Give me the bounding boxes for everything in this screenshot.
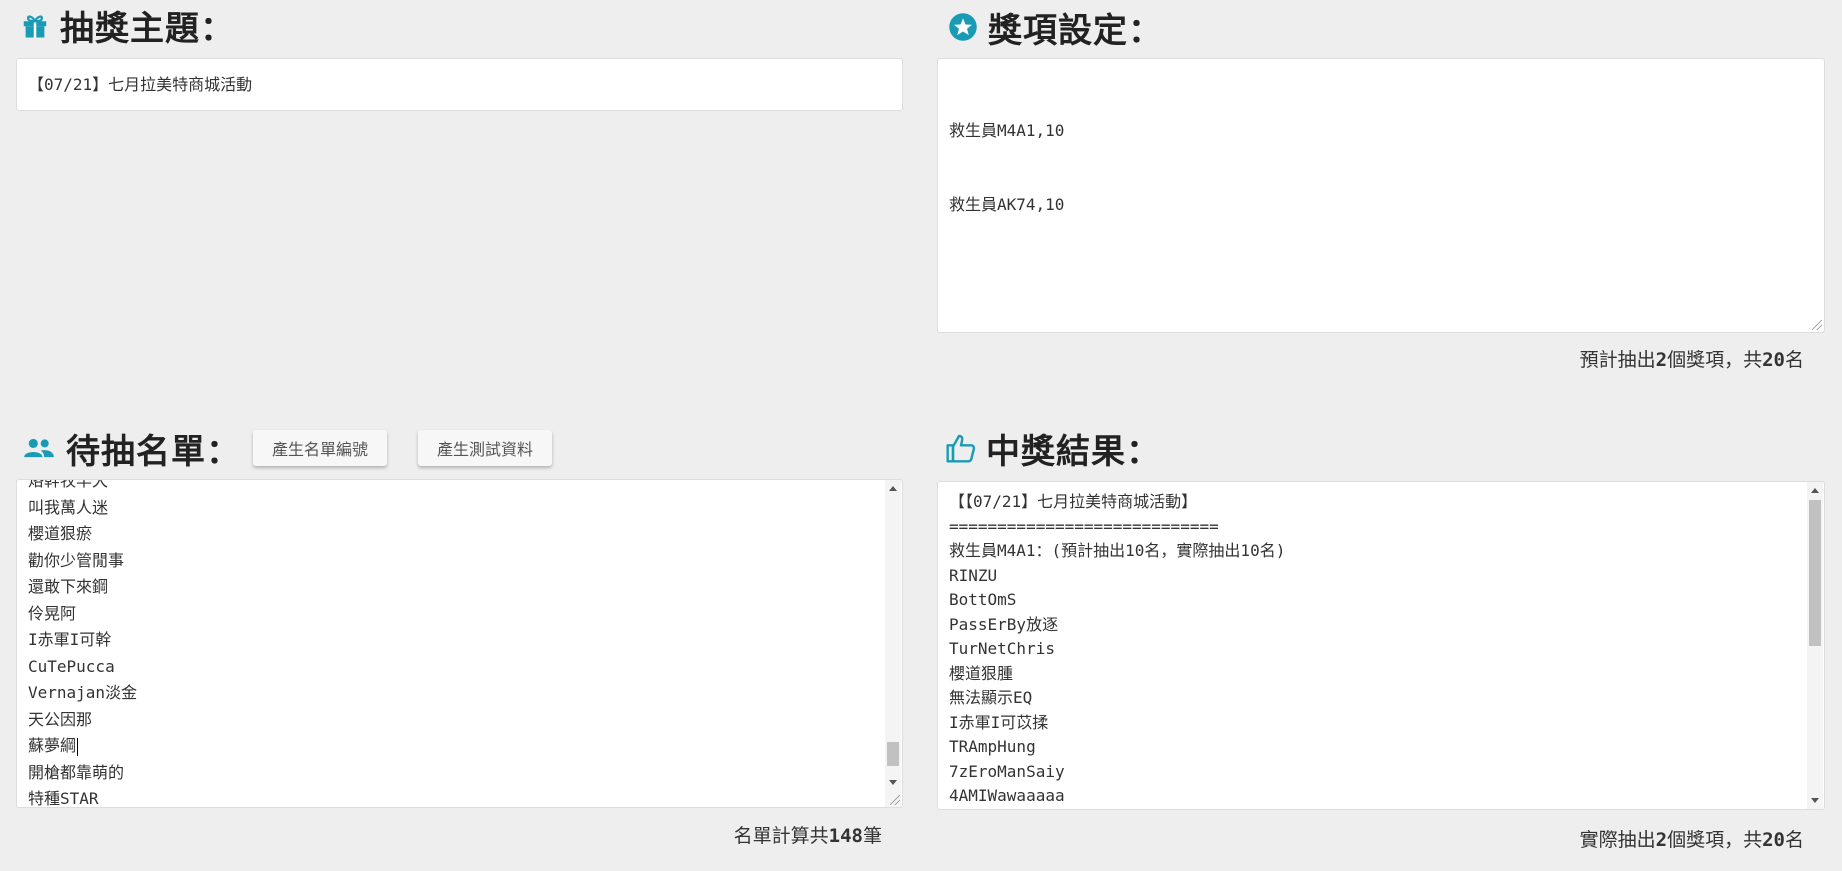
results-summary-suffix: 名 [1784, 829, 1804, 851]
result-winner-line: 櫻道狠腫 [949, 663, 1014, 683]
prizes-summary-total: 20 [1762, 349, 1785, 371]
scroll-down-arrow-icon[interactable] [889, 780, 897, 785]
prizes-title: 獎項設定： [988, 10, 1163, 51]
candidate-line: I赤軍I可幹 [28, 630, 112, 649]
candidate-line: 開槍都靠萌的 [28, 762, 125, 782]
result-winner-line: 無法顯示EQ [949, 688, 1033, 707]
candidates-textarea[interactable]: 烙幹牧羊犬 叫我萬人迷 櫻道狠瘀 勸你少管閒事 還敢下來鋼 伶晃阿 I赤軍I可幹… [16, 479, 903, 808]
results-summary-total: 20 [1762, 829, 1785, 851]
scroll-up-arrow-icon[interactable] [1811, 488, 1819, 493]
candidates-lines: 烙幹牧羊犬 叫我萬人迷 櫻道狠瘀 勸你少管閒事 還敢下來鋼 伶晃阿 I赤軍I可幹… [28, 480, 137, 807]
candidate-line: 特種STAR [28, 789, 99, 807]
scrollbar-thumb[interactable] [1809, 500, 1821, 646]
results-title: 中獎結果： [986, 431, 1161, 472]
result-header-line: 【【07/21】七月拉美特商城活動】 [949, 492, 1198, 511]
generate-test-data-button[interactable]: 產生測試資料 [418, 430, 552, 466]
candidate-line: CuTePucca [28, 656, 115, 676]
topic-value: 【07/21】七月拉美特商城活動 [28, 75, 253, 94]
results-lines: 【【07/21】七月拉美特商城活動】 =====================… [949, 490, 1285, 809]
scroll-up-arrow-icon[interactable] [889, 486, 897, 491]
candidates-heading: 待抽名單： [22, 423, 241, 473]
scrollbar-thumb[interactable] [887, 742, 899, 766]
result-separator-line: ============================ [949, 516, 1219, 536]
candidate-line: 烙幹牧羊犬 [28, 480, 109, 490]
scroll-down-arrow-icon[interactable] [1811, 798, 1819, 803]
result-winner-line: PassErBy放逐 [949, 614, 1059, 634]
prizes-summary: 預計抽出2個獎項，共20名 [1580, 345, 1804, 372]
results-scrollbar[interactable] [1807, 482, 1823, 809]
thumbs-up-icon [944, 431, 978, 465]
prizes-summary-middle: 個獎項，共 [1667, 349, 1763, 371]
prize-line: 救生員M4A1,10 [949, 121, 1065, 140]
topic-title: 抽獎主題： [60, 8, 235, 49]
candidates-summary: 名單計算共148筆 [734, 821, 882, 848]
resize-handle[interactable] [1812, 320, 1822, 330]
result-winner-line: RINZU [949, 565, 998, 585]
candidate-line-with-caret: 蘇夢綱 [28, 733, 137, 760]
prizes-summary-prefix: 預計抽出 [1579, 349, 1656, 371]
topic-heading: 抽獎主題： [18, 0, 235, 50]
result-winner-line: 7zEroManSaiy [949, 761, 1065, 781]
candidates-summary-count: 148 [828, 825, 863, 847]
results-heading: 中獎結果： [944, 423, 1161, 473]
generate-numbers-button[interactable]: 產生名單編號 [253, 430, 387, 466]
prizes-lines: 救生員M4A1,10 救生員AK74,10 [938, 59, 1824, 276]
topic-input[interactable]: 【07/21】七月拉美特商城活動 [16, 58, 903, 111]
results-textarea[interactable]: 【【07/21】七月拉美特商城活動】 =====================… [937, 481, 1825, 810]
prize-line: 救生員AK74,10 [949, 195, 1065, 214]
prizes-textarea[interactable]: 救生員M4A1,10 救生員AK74,10 [937, 58, 1825, 333]
results-summary: 實際抽出2個獎項，共20名 [1580, 825, 1804, 852]
result-winner-line: I赤軍I可苡揉 [949, 712, 1049, 732]
candidates-title: 待抽名單： [66, 431, 241, 472]
result-prize-line: 救生員M4A1：(預計抽出10名，實際抽出10名) [949, 541, 1286, 560]
results-summary-middle: 個獎項，共 [1667, 829, 1763, 851]
gift-icon [18, 8, 52, 42]
candidates-scroll-area: 烙幹牧羊犬 叫我萬人迷 櫻道狠瘀 勸你少管閒事 還敢下來鋼 伶晃阿 I赤軍I可幹… [17, 480, 884, 807]
candidate-line: 櫻道狠瘀 [28, 524, 93, 543]
result-winner-line: 4AMIWawaaaaa [949, 786, 1065, 805]
candidates-summary-prefix: 名單計算共 [733, 825, 829, 847]
results-summary-count: 2 [1655, 829, 1668, 851]
candidate-line: 天公因那 [28, 709, 93, 729]
candidate-line: 勸你少管閒事 [28, 550, 125, 570]
result-winner-line: TurNetChris [949, 639, 1055, 658]
candidate-line: Vernajan淡金 [28, 683, 138, 702]
result-winner-line: BottOmS [949, 590, 1017, 609]
people-icon [22, 431, 56, 465]
candidate-line: 還敢下來鋼 [28, 577, 109, 596]
star-circle-icon [946, 10, 980, 44]
prizes-summary-count: 2 [1655, 349, 1668, 371]
candidate-line: 伶晃阿 [28, 603, 77, 623]
results-scroll-area: 【【07/21】七月拉美特商城活動】 =====================… [938, 482, 1806, 809]
results-summary-prefix: 實際抽出 [1579, 829, 1656, 851]
resize-handle[interactable] [890, 795, 900, 805]
candidate-line-text: 蘇夢綱 [28, 736, 77, 755]
text-caret [77, 737, 79, 756]
candidates-summary-suffix: 筆 [862, 825, 882, 847]
result-winner-line: TRAmpHung [949, 737, 1036, 756]
prizes-summary-suffix: 名 [1784, 349, 1804, 371]
prizes-heading: 獎項設定： [946, 2, 1163, 52]
candidate-line: 叫我萬人迷 [28, 497, 109, 517]
candidates-scrollbar[interactable] [885, 480, 901, 807]
